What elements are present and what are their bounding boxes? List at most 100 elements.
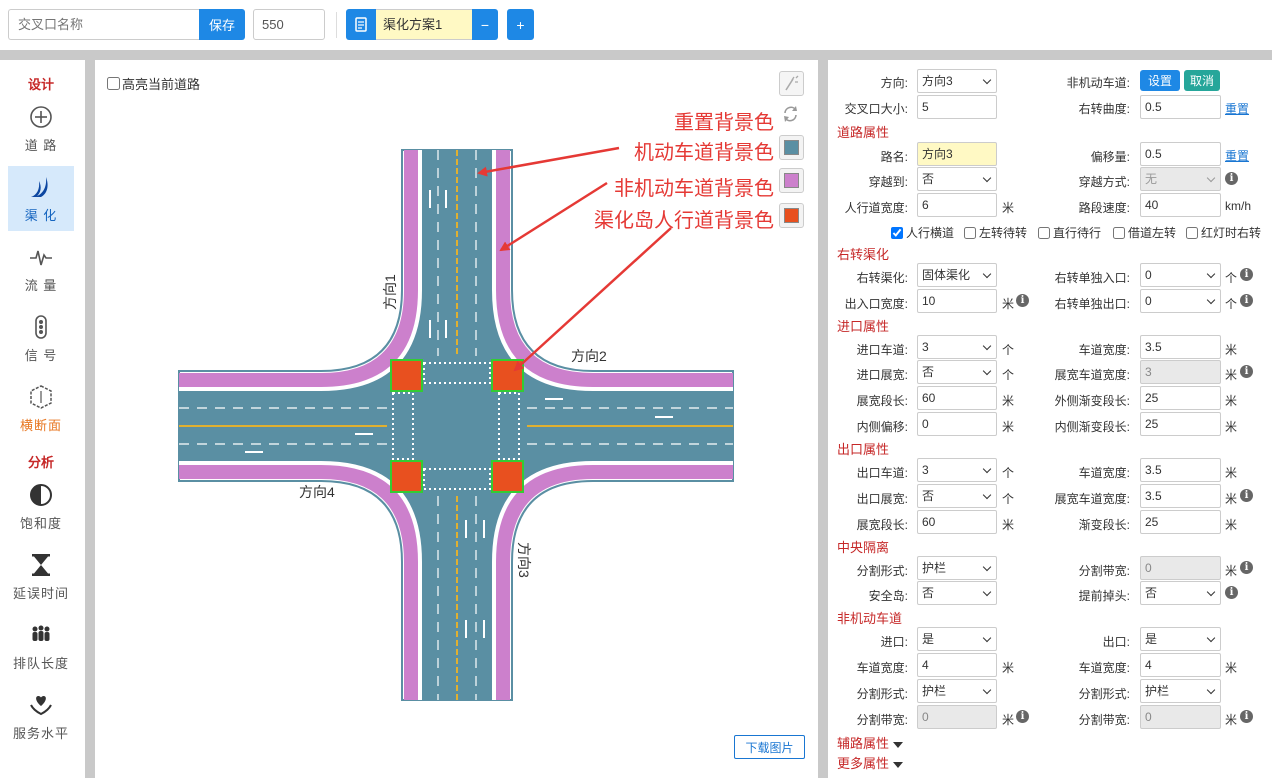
left-wait-checkbox[interactable]: [964, 226, 976, 239]
intersection-size-input[interactable]: 5: [917, 95, 997, 119]
road-name-input[interactable]: 方向3: [917, 142, 997, 166]
nav-queue[interactable]: 排队长度: [8, 614, 74, 679]
early-uturn-select[interactable]: 否: [1140, 581, 1221, 605]
info-icon[interactable]: i: [1240, 710, 1253, 723]
info-icon[interactable]: i: [1240, 294, 1253, 307]
nm-lane-width-input[interactable]: 4: [917, 653, 997, 677]
nav-road[interactable]: 道 路: [8, 96, 74, 161]
info-icon[interactable]: i: [1016, 294, 1029, 307]
nav-signal-label: 信 号: [24, 348, 58, 363]
nm-exit-split-form-label: 分割形式:: [1078, 687, 1130, 701]
exit-lanes-select[interactable]: 3: [917, 458, 997, 482]
outer-taper-input[interactable]: 25: [1140, 386, 1221, 410]
right-entry-label: 右转单独入口:: [1054, 271, 1130, 285]
nav-channelization[interactable]: 渠 化: [8, 166, 74, 231]
nav-delay[interactable]: 延误时间: [8, 544, 74, 609]
inner-offset-input[interactable]: 0: [917, 412, 997, 436]
red-right-checkbox[interactable]: [1186, 226, 1198, 239]
info-icon[interactable]: i: [1225, 586, 1238, 599]
unit-meter: 米: [1225, 518, 1238, 532]
checkbox-crosswalk[interactable]: 人行横道: [891, 224, 954, 241]
entry-lanes-select[interactable]: 3: [917, 335, 997, 359]
checkbox-borrow-left[interactable]: 借道左转: [1113, 224, 1176, 241]
nm-exit-select[interactable]: 是: [1140, 627, 1221, 651]
info-icon[interactable]: i: [1240, 561, 1253, 574]
right-mode-select[interactable]: 固体渠化: [917, 263, 997, 287]
median-section-title: 中央隔离: [837, 540, 890, 555]
aux-road-toggle[interactable]: 辅路属性: [837, 733, 904, 752]
cross-to-select[interactable]: 否: [917, 167, 997, 191]
io-width-input[interactable]: 10: [917, 289, 997, 313]
straight-wait-checkbox[interactable]: [1038, 226, 1050, 239]
exit-widen-lane-width-input[interactable]: 3.5: [1140, 484, 1221, 508]
nav-cross-section[interactable]: 横断面: [8, 376, 74, 441]
direction-select[interactable]: 方向3: [917, 69, 997, 93]
reset-curve-link[interactable]: 重置: [1225, 100, 1249, 117]
entry-widen-len-input[interactable]: 60: [917, 386, 997, 410]
info-icon[interactable]: i: [1016, 710, 1029, 723]
checkbox-left-wait[interactable]: 左转待转: [964, 224, 1027, 241]
borrow-left-checkbox[interactable]: [1113, 226, 1125, 239]
remove-scheme-button[interactable]: −: [472, 9, 498, 40]
exit-widen-len-input[interactable]: 60: [917, 510, 997, 534]
cancel-nonmotor-button[interactable]: 取消: [1184, 70, 1220, 91]
right-entry-select[interactable]: 0: [1140, 263, 1221, 287]
inner-taper-input[interactable]: 25: [1140, 412, 1221, 436]
info-icon[interactable]: i: [1225, 172, 1238, 185]
nonmotor-section-title: 非机动车道: [837, 611, 903, 626]
cross-mode-select[interactable]: 无: [1140, 167, 1221, 191]
info-icon[interactable]: i: [1240, 268, 1253, 281]
checkbox-red-right[interactable]: 红灯时右转: [1186, 224, 1261, 241]
nav-service-level[interactable]: 服务水平: [8, 684, 74, 749]
nm-exit-split-form-select[interactable]: 护栏: [1140, 679, 1221, 703]
nav-saturation[interactable]: 饱和度: [8, 474, 74, 539]
entry-widen-select[interactable]: 否: [917, 360, 997, 384]
safety-island-select[interactable]: 否: [917, 581, 997, 605]
unit-meter: 米: [1225, 661, 1238, 675]
right-curve-input[interactable]: 0.5: [1140, 95, 1221, 119]
scheme-name-field[interactable]: 渠化方案1: [376, 9, 472, 40]
design-section-title: 设计: [27, 77, 54, 92]
annotation-arrow-nonmotor: [499, 181, 608, 252]
entry-widen-lane-width-input[interactable]: 3: [1140, 360, 1221, 384]
nav-signal[interactable]: 信 号: [8, 306, 74, 371]
unit-meter: 米: [1002, 713, 1015, 727]
split-width-input[interactable]: 0: [1140, 556, 1221, 580]
entry-lane-width-input[interactable]: 3.5: [1140, 335, 1221, 359]
crosswalk-checkbox-label: 人行横道: [906, 226, 955, 240]
offset-input[interactable]: 0.5: [1140, 142, 1221, 166]
crosswalk-checkbox[interactable]: [891, 226, 903, 239]
nm-exit-split-width-input[interactable]: 0: [1140, 705, 1221, 729]
borrow-left-checkbox-label: 借道左转: [1128, 226, 1177, 240]
more-props-toggle[interactable]: 更多属性: [837, 753, 904, 772]
reset-offset-link[interactable]: 重置: [1225, 147, 1249, 164]
exit-taper-input[interactable]: 25: [1140, 510, 1221, 534]
nm-exit-split-width-label: 分割带宽:: [1078, 713, 1130, 727]
sidewalk-width-input[interactable]: 6: [917, 193, 997, 217]
scheme-list-button[interactable]: [346, 9, 376, 40]
unit-meter: 米: [1002, 201, 1015, 215]
direction-label-1: 方向1: [382, 274, 398, 310]
nm-split-form-select[interactable]: 护栏: [917, 679, 997, 703]
nm-exit-lane-width-input[interactable]: 4: [1140, 653, 1221, 677]
info-icon[interactable]: i: [1240, 365, 1253, 378]
add-scheme-button[interactable]: +: [507, 9, 534, 40]
nm-entry-select[interactable]: 是: [917, 627, 997, 651]
right-exit-select[interactable]: 0: [1140, 289, 1221, 313]
road-speed-input[interactable]: 40: [1140, 193, 1221, 217]
early-uturn-label: 提前掉头:: [1078, 589, 1130, 603]
right-turn-section-title: 右转渠化: [837, 247, 890, 262]
checkbox-straight-wait[interactable]: 直行待行: [1038, 224, 1101, 241]
canvas-size-input[interactable]: [253, 9, 325, 40]
download-image-button[interactable]: 下载图片: [734, 735, 805, 759]
nm-split-width-input[interactable]: 0: [917, 705, 997, 729]
set-nonmotor-button[interactable]: 设置: [1140, 70, 1180, 91]
save-button[interactable]: 保存: [199, 9, 245, 40]
intersection-name-input[interactable]: [8, 9, 200, 40]
info-icon[interactable]: i: [1240, 489, 1253, 502]
nav-channelization-label: 渠 化: [24, 208, 58, 223]
split-form-select[interactable]: 护栏: [917, 556, 997, 580]
exit-widen-select[interactable]: 否: [917, 484, 997, 508]
nav-flow[interactable]: 流 量: [8, 236, 74, 301]
exit-lane-width-input[interactable]: 3.5: [1140, 458, 1221, 482]
